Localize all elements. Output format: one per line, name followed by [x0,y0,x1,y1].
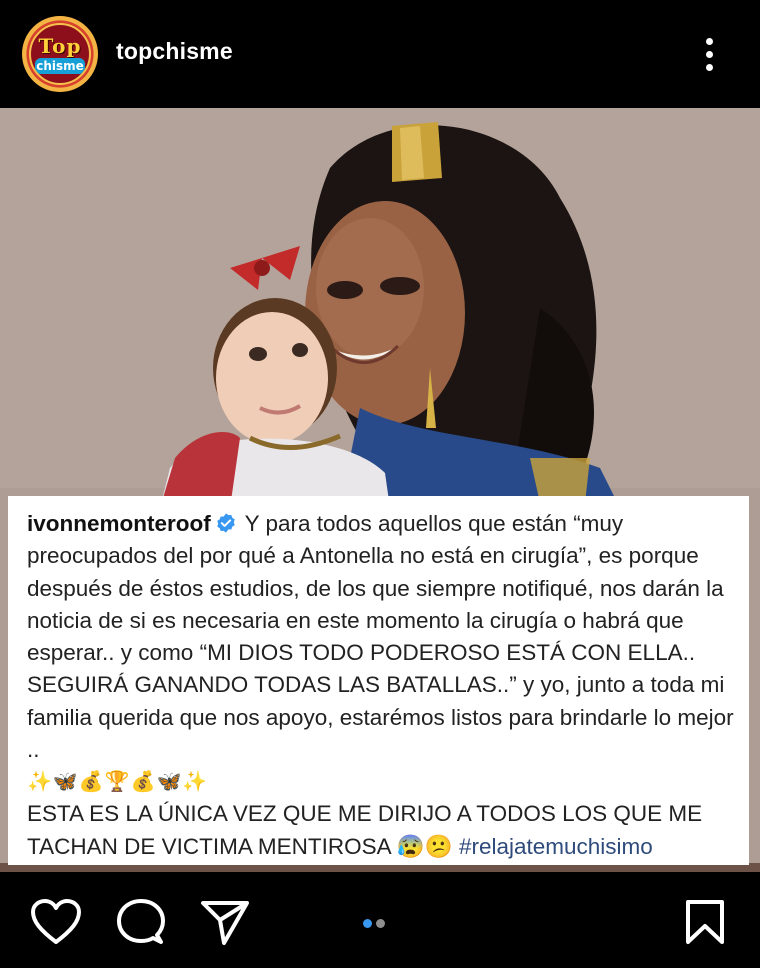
carousel-dot [376,919,385,928]
more-options-icon[interactable] [690,30,730,78]
bookmark-icon[interactable] [683,898,727,946]
logo: Top chisme [29,23,91,85]
post-author-username[interactable]: topchisme [116,38,233,65]
carousel-indicator [363,915,389,933]
hashtag-link[interactable]: #relajatemuchisimo [459,834,653,859]
verified-badge-icon [217,513,235,533]
caption-emoji-line: ✨🦋💰🏆💰🦋✨ [27,771,209,794]
carousel-dot-active [363,919,372,928]
caption-closing-emoji: 😰😕 [396,833,453,859]
post-action-bar [0,872,760,968]
caption-username[interactable]: ivonnemonteroof [27,511,211,536]
logo-bottom-text: chisme [35,58,85,74]
avatar[interactable]: Top chisme [22,16,98,92]
comment-icon[interactable] [116,898,166,946]
post-caption: ivonnemonteroof Y para todos aquellos qu… [8,496,749,865]
heart-icon[interactable] [30,898,82,946]
share-icon[interactable] [200,898,250,946]
post-header: Top chisme topchisme [0,0,760,108]
logo-top-text: Top [38,34,82,58]
caption-text: Y para todos aquellos que están “muy pre… [27,511,734,763]
